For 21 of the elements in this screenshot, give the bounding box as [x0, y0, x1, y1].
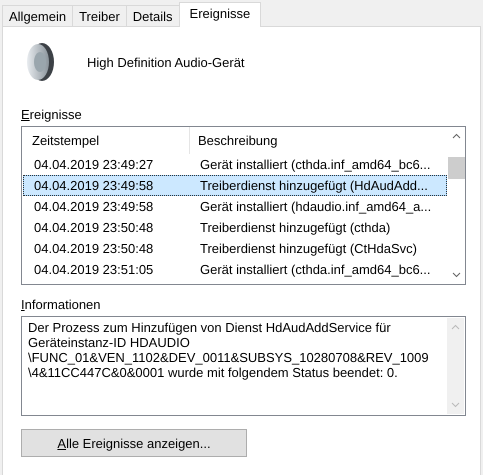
column-header[interactable]: Beschreibung [190, 127, 278, 154]
information-box[interactable]: Der Prozess zum Hinzufügen von Dienst HdAudAddService für Geräteinstanz-ID HDAUDIO \FUNC_01&VEN_1102&DEV_0011&SUBSYS_10280708&REV_1009 \4&11CC447C&0&0001 wurde mit folgendem Status beendet: 0. [21, 316, 466, 416]
event-row[interactable]: 04.04.2019 23:49:58 Treiberdienst hinzugefügt (HdAudAdd... [23, 175, 447, 196]
event-row[interactable]: 04.04.2019 23:50:48 Treiberdienst hinzugefügt (cthda) [23, 217, 447, 238]
column-header[interactable]: Zeitstempel [22, 127, 190, 154]
section-label: Ereignisse [21, 107, 83, 122]
show-all-events-button[interactable]: Alle Ereignisse anzeigen... [21, 429, 247, 457]
section-label: Informationen [21, 297, 102, 312]
event-row[interactable]: 04.04.2019 23:51:05 Gerät installiert (cthda.inf_amd64_bc6... [23, 259, 447, 280]
tab[interactable]: Allgemein [2, 5, 74, 26]
tab[interactable]: Ereignisse [178, 2, 262, 27]
scroll-down-icon [451, 402, 460, 408]
scroll-up-icon[interactable] [452, 133, 461, 139]
scroll-thumb[interactable] [448, 157, 465, 179]
event-row[interactable]: 04.04.2019 23:49:27 Gerät installiert (cthda.inf_amd64_bc6... [23, 154, 447, 175]
speaker-icon [25, 42, 55, 82]
event-row[interactable]: 04.04.2019 23:50:48 Treiberdienst hinzugefügt (CtHdaSvc) [23, 238, 447, 259]
event-row[interactable]: 04.04.2019 23:49:58 Gerät installiert (hdaudio.inf_amd64_a... [23, 196, 447, 217]
scroll-up-icon [451, 324, 460, 330]
scroll-down-icon[interactable] [452, 272, 461, 278]
device-name: High Definition Audio-Gerät [87, 54, 245, 70]
